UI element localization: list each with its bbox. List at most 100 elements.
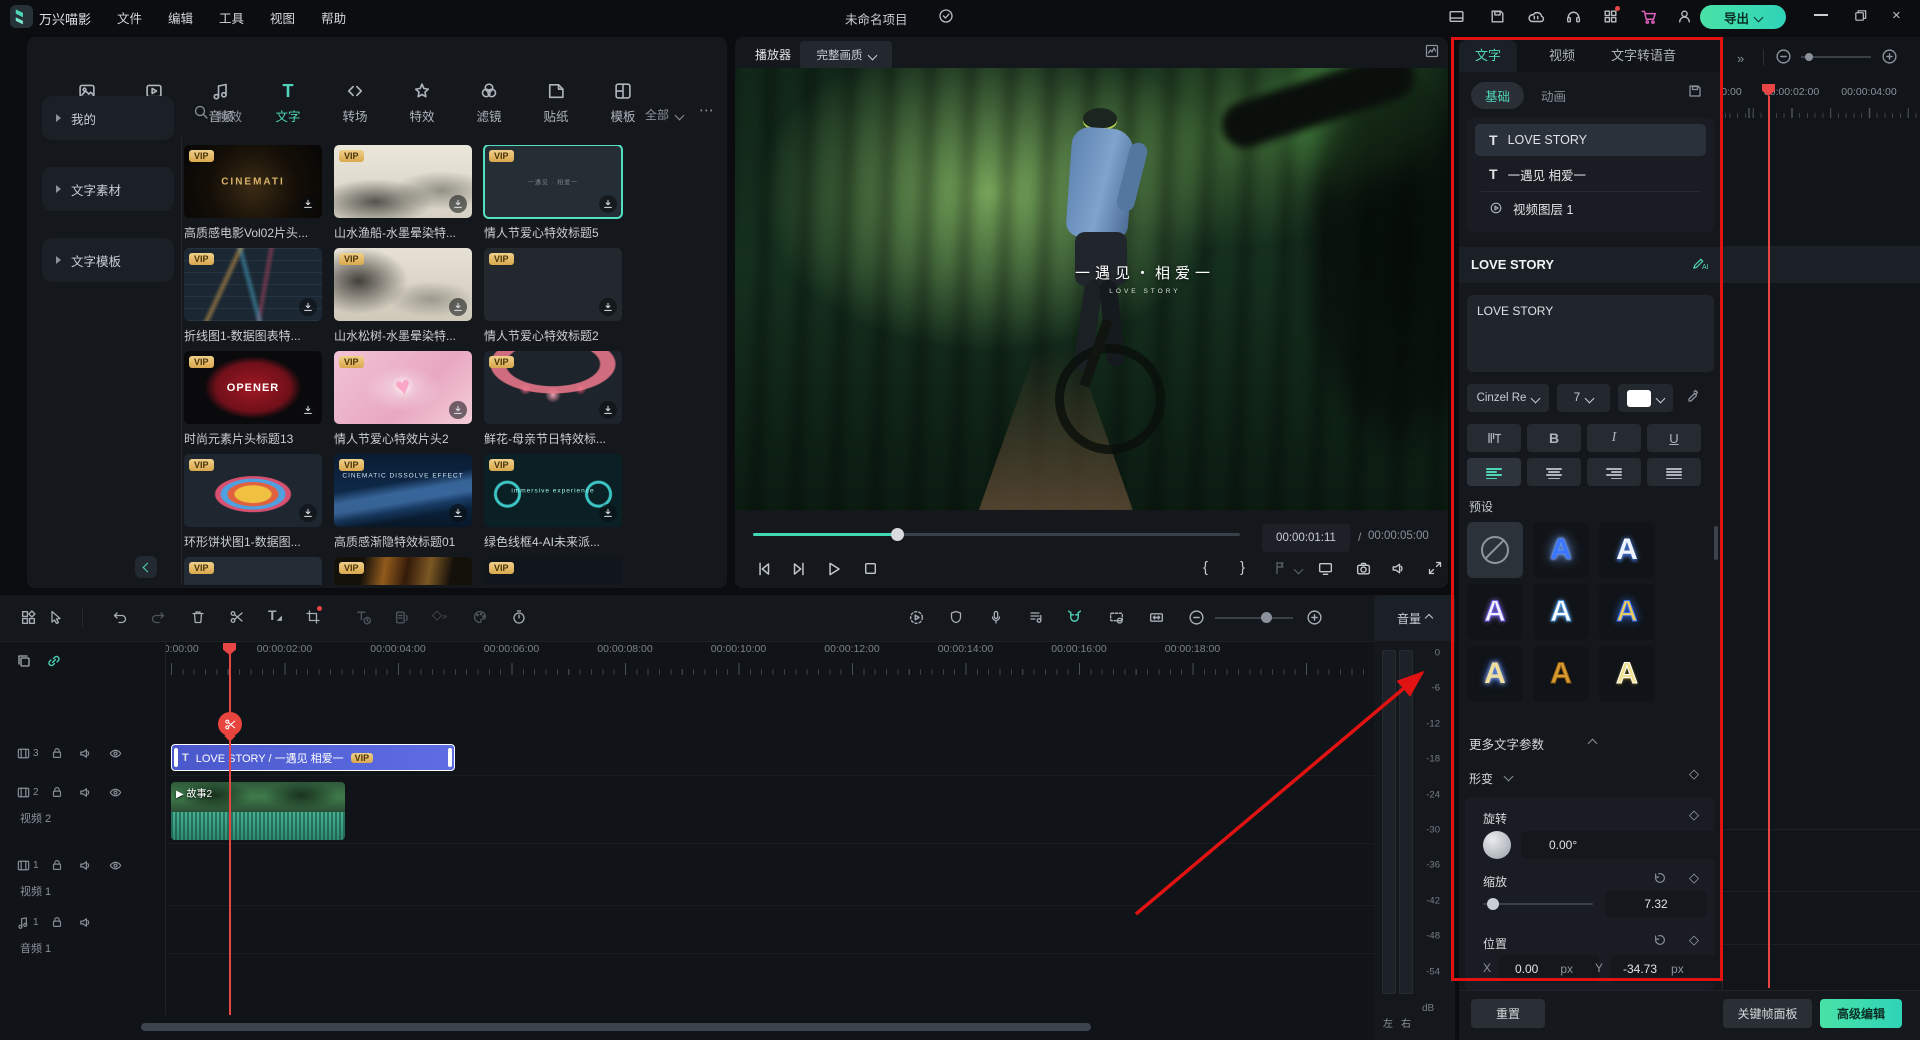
delete-icon[interactable] — [190, 609, 206, 625]
sidebar-item-0[interactable]: 我的 — [42, 96, 174, 140]
align-right-button[interactable] — [1587, 458, 1641, 486]
keyframe-icon[interactable]: ◇» — [432, 607, 447, 623]
preview-video[interactable]: 一遇见・相爱一 LOVE STORY — [735, 68, 1448, 510]
download-icon[interactable] — [299, 401, 317, 419]
workspace-layout-icon[interactable] — [1448, 8, 1465, 25]
advanced-edit-button[interactable]: 高级编辑 — [1820, 999, 1902, 1028]
more-options-button[interactable]: ⋯ — [699, 101, 715, 119]
effect-thumbnail[interactable]: VIP — [334, 248, 472, 321]
filter-dropdown[interactable]: 全部 — [645, 106, 683, 123]
zoom-out-icon[interactable] — [1188, 609, 1205, 626]
download-icon[interactable] — [599, 298, 617, 316]
sidebar-item-2[interactable]: 文字模板 — [42, 238, 174, 282]
effect-thumbnail[interactable]: CINEMATIVIP — [184, 145, 322, 218]
effect-thumbnail[interactable]: VIP — [484, 351, 622, 424]
expand-panel-icon[interactable]: » — [1737, 51, 1742, 66]
effect-card-partial[interactable]: VIP — [334, 557, 472, 585]
layer-item-2[interactable]: 视频图层 1 — [1475, 192, 1706, 224]
scale-slider[interactable] — [1483, 903, 1593, 905]
preset-style-blue-outline[interactable]: A — [1533, 584, 1589, 640]
undo-icon[interactable] — [112, 609, 128, 625]
position-y-value[interactable]: -34.73px — [1611, 955, 1719, 983]
download-icon[interactable] — [599, 504, 617, 522]
download-icon[interactable] — [449, 195, 467, 213]
track1-eye-icon[interactable] — [108, 858, 123, 873]
marker-icon[interactable] — [1272, 560, 1288, 576]
transform-chevron-icon[interactable] — [1504, 772, 1514, 782]
speed-timer-icon[interactable] — [511, 609, 527, 625]
effect-card[interactable]: VIP情人节爱心特效标题2 — [484, 248, 622, 344]
crop-icon[interactable] — [305, 609, 321, 625]
kf-playhead-line[interactable] — [1768, 96, 1770, 988]
subtab-animation[interactable]: 动画 — [1541, 86, 1566, 105]
snap-magnet-icon[interactable] — [1066, 609, 1083, 626]
download-icon[interactable] — [299, 504, 317, 522]
text-to-speech-icon[interactable] — [355, 609, 372, 626]
stop-icon[interactable] — [862, 560, 879, 577]
quality-dropdown[interactable]: 完整画质 — [800, 41, 892, 69]
sidebar-item-1[interactable]: 文字素材 — [42, 167, 174, 211]
justify-button[interactable] — [1647, 458, 1701, 486]
previous-frame-icon[interactable] — [755, 560, 773, 578]
position-keyframe-icon[interactable]: ◇ — [1689, 932, 1699, 948]
subtab-basic[interactable]: 基础 — [1471, 82, 1524, 109]
track2-lock-icon[interactable] — [50, 785, 64, 799]
effect-card[interactable]: CINEMATIVIP高质感电影Vol02片头... — [184, 145, 322, 241]
effect-thumbnail[interactable]: VIP — [184, 248, 322, 321]
track2-mute-icon[interactable] — [78, 785, 93, 800]
account-user-icon[interactable] — [1676, 8, 1693, 25]
scale-slider-thumb[interactable] — [1487, 898, 1499, 910]
effect-card[interactable]: immersive experienceVIP绿色线框4-AI未来派... — [484, 454, 622, 550]
effect-card[interactable]: VIP情人节爱心特效片头2 — [334, 351, 472, 447]
effect-card[interactable]: 一遇见 · 相爱一VIP情人节爱心特效标题5 — [484, 145, 622, 241]
menu-0[interactable]: 文件 — [104, 0, 155, 35]
next-frame-icon[interactable] — [790, 560, 808, 578]
effect-thumbnail[interactable]: VIP — [484, 248, 622, 321]
align-left-button[interactable] — [1467, 458, 1521, 486]
download-icon[interactable] — [449, 401, 467, 419]
effect-thumbnail[interactable]: immersive experienceVIP — [484, 454, 622, 527]
split-at-playhead-button[interactable] — [218, 712, 242, 736]
preset-style-white-blue-shade[interactable]: A — [1599, 522, 1655, 578]
export-button[interactable]: 导出 — [1700, 5, 1786, 29]
redo-icon[interactable] — [150, 609, 166, 625]
bold-button[interactable]: B — [1527, 424, 1581, 452]
ai-edit-pencil-icon[interactable]: AI — [1691, 256, 1706, 271]
download-icon[interactable] — [299, 298, 317, 316]
font-family-dropdown[interactable]: Cinzel Re — [1467, 384, 1549, 412]
save-preset-icon[interactable] — [1687, 83, 1703, 99]
color-palette-icon[interactable] — [472, 609, 488, 625]
timeline-zoom-slider[interactable] — [1215, 617, 1293, 619]
layer-item-1[interactable]: T一遇见 相爱一 — [1475, 158, 1706, 190]
search-input[interactable]: 特效 — [217, 106, 242, 125]
kf-zoom-slider[interactable] — [1801, 56, 1871, 58]
render-stats-icon[interactable] — [1424, 43, 1440, 59]
font-size-dropdown[interactable]: 7 — [1557, 384, 1610, 412]
download-icon[interactable] — [299, 195, 317, 213]
menu-1[interactable]: 编辑 — [155, 0, 206, 35]
rotate-keyframe-icon[interactable]: ◇ — [1689, 807, 1699, 823]
italic-button[interactable]: I — [1587, 424, 1641, 452]
effect-thumbnail[interactable]: 一遇见 · 相爱一VIP — [484, 145, 622, 218]
mark-flag-icon[interactable] — [948, 609, 964, 625]
layer-item-0[interactable]: TLOVE STORY — [1475, 124, 1706, 156]
vertical-text-button[interactable] — [1467, 424, 1521, 452]
menu-4[interactable]: 帮助 — [308, 0, 359, 35]
preset-style-gold-blue-glow[interactable]: A — [1599, 584, 1655, 640]
mark-in-icon[interactable]: { — [1203, 559, 1208, 576]
effect-card[interactable]: VIP环形饼状图1-数据图... — [184, 454, 322, 550]
scale-value[interactable]: 7.32 — [1605, 890, 1707, 918]
eyedropper-icon[interactable] — [1685, 389, 1701, 405]
save-icon[interactable] — [1489, 8, 1506, 25]
render-preview-icon[interactable] — [908, 609, 925, 626]
split-scissors-icon[interactable] — [229, 609, 245, 625]
preset-style-pale-yellow-outline[interactable]: A — [1599, 646, 1655, 702]
support-headset-icon[interactable] — [1565, 8, 1582, 25]
speech-to-text-icon[interactable] — [394, 609, 411, 626]
tab-video[interactable]: 视频 — [1533, 40, 1591, 72]
title-overlay[interactable]: 一遇见・相爱一 LOVE STORY — [1075, 262, 1215, 295]
mark-out-icon[interactable]: } — [1240, 559, 1245, 576]
search-icon[interactable] — [193, 104, 209, 120]
more-text-params[interactable]: 更多文字参数 — [1469, 734, 1544, 753]
seek-thumb[interactable] — [891, 528, 904, 541]
